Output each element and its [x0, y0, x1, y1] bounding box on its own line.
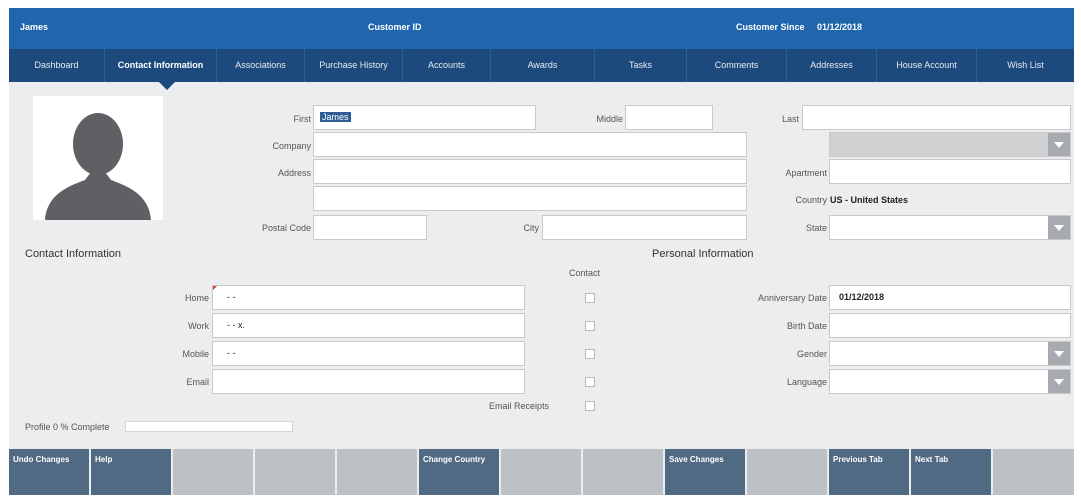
email-contact-checkbox[interactable]: [585, 377, 595, 387]
empty-button-3: [337, 449, 419, 495]
language-label: Language: [786, 377, 827, 387]
customer-photo-placeholder[interactable]: [33, 96, 163, 220]
contact-column-label: Contact: [569, 268, 601, 278]
tab-house-account[interactable]: House Account: [876, 49, 976, 82]
postal-code-label: Postal Code: [261, 223, 311, 233]
work-phone-value: - - x.: [227, 320, 245, 330]
work-phone-label: Work: [188, 321, 209, 331]
type-select[interactable]: [829, 132, 1071, 157]
email-label: Email: [186, 377, 209, 387]
birth-date-field[interactable]: [829, 313, 1071, 338]
change-country-button[interactable]: Change Country: [419, 449, 501, 495]
mobile-contact-checkbox[interactable]: [585, 349, 595, 359]
first-name-value: James: [320, 112, 351, 122]
tab-accounts[interactable]: Accounts: [402, 49, 490, 82]
chevron-down-icon[interactable]: [1048, 216, 1070, 239]
mobile-phone-field[interactable]: - -: [212, 341, 525, 366]
tab-contact-information[interactable]: Contact Information: [104, 49, 216, 82]
state-label: State: [805, 223, 827, 233]
chevron-down-icon[interactable]: [1048, 133, 1070, 156]
save-changes-button[interactable]: Save Changes: [665, 449, 747, 495]
empty-button-2: [255, 449, 337, 495]
tab-tasks[interactable]: Tasks: [594, 49, 686, 82]
empty-button-4: [501, 449, 583, 495]
home-phone-value: - -: [227, 292, 236, 302]
tab-bar: Dashboard Contact Information Associatio…: [9, 49, 1074, 82]
empty-button-6: [747, 449, 829, 495]
tab-addresses[interactable]: Addresses: [786, 49, 876, 82]
customer-record-window: James Customer ID Customer Since 01/12/2…: [9, 8, 1074, 495]
first-name-field[interactable]: James: [313, 105, 536, 130]
apartment-label: Apartment: [785, 168, 827, 178]
empty-button-7: [993, 449, 1074, 495]
language-select[interactable]: [829, 369, 1071, 394]
tab-awards[interactable]: Awards: [490, 49, 594, 82]
chevron-down-icon[interactable]: [1048, 342, 1070, 365]
customer-id-label: Customer ID: [368, 22, 422, 32]
tab-comments[interactable]: Comments: [686, 49, 786, 82]
city-field[interactable]: [542, 215, 747, 240]
birth-date-label: Birth Date: [786, 321, 827, 331]
email-receipts-checkbox[interactable]: [585, 401, 595, 411]
next-tab-button[interactable]: Next Tab: [911, 449, 993, 495]
email-receipts-label: Email Receipts: [488, 401, 549, 411]
customer-since-label: Customer Since: [736, 22, 805, 32]
profile-complete-label: Profile 0 % Complete: [25, 422, 110, 432]
help-button[interactable]: Help: [91, 449, 173, 495]
city-label: City: [523, 223, 540, 233]
personal-information-heading: Personal Information: [652, 248, 754, 260]
mobile-phone-value: - -: [227, 348, 236, 358]
profile-progress-bar: [125, 421, 293, 432]
home-phone-label: Home: [184, 293, 209, 303]
chevron-down-icon[interactable]: [1048, 370, 1070, 393]
active-tab-pointer: [159, 82, 175, 90]
middle-name-label: Middle: [596, 114, 623, 124]
mobile-phone-label: Mobile: [182, 349, 209, 359]
company-label: Company: [272, 141, 311, 151]
contact-information-heading: Contact Information: [25, 248, 121, 260]
tab-wish-list[interactable]: Wish List: [976, 49, 1074, 82]
customer-name: James: [20, 22, 49, 32]
address-label: Address: [277, 168, 311, 178]
middle-name-field[interactable]: [625, 105, 713, 130]
anniversary-date-label: Anniversary Date: [757, 293, 827, 303]
home-required-marker: [213, 286, 218, 291]
last-name-label: Last: [781, 114, 799, 124]
previous-tab-button[interactable]: Previous Tab: [829, 449, 911, 495]
state-select[interactable]: [829, 215, 1071, 240]
gender-select[interactable]: [829, 341, 1071, 366]
postal-code-field[interactable]: [313, 215, 427, 240]
empty-button-5: [583, 449, 665, 495]
work-contact-checkbox[interactable]: [585, 321, 595, 331]
home-phone-field[interactable]: - -: [212, 285, 525, 310]
company-field[interactable]: [313, 132, 747, 157]
last-name-field[interactable]: [802, 105, 1071, 130]
customer-since-date: 01/12/2018: [817, 22, 863, 32]
apartment-field[interactable]: [829, 159, 1071, 184]
email-field[interactable]: [212, 369, 525, 394]
anniversary-date-field[interactable]: 01/12/2018: [829, 285, 1071, 310]
tab-purchase-history[interactable]: Purchase History: [304, 49, 402, 82]
action-button-bar: Undo Changes Help Change Country Save Ch…: [9, 449, 1074, 495]
first-name-label: First: [293, 114, 312, 124]
country-value: US - United States: [830, 195, 909, 205]
work-phone-field[interactable]: - - x.: [212, 313, 525, 338]
tab-associations[interactable]: Associations: [216, 49, 304, 82]
undo-changes-button[interactable]: Undo Changes: [9, 449, 91, 495]
country-label: Country: [795, 195, 827, 205]
address-line1-field[interactable]: [313, 159, 747, 184]
person-silhouette-icon: [45, 113, 151, 220]
customer-header-bar: James Customer ID Customer Since 01/12/2…: [9, 8, 1074, 49]
empty-button-1: [173, 449, 255, 495]
tab-dashboard[interactable]: Dashboard: [9, 49, 104, 82]
home-contact-checkbox[interactable]: [585, 293, 595, 303]
address-line2-field[interactable]: [313, 186, 747, 211]
gender-label: Gender: [796, 349, 827, 359]
